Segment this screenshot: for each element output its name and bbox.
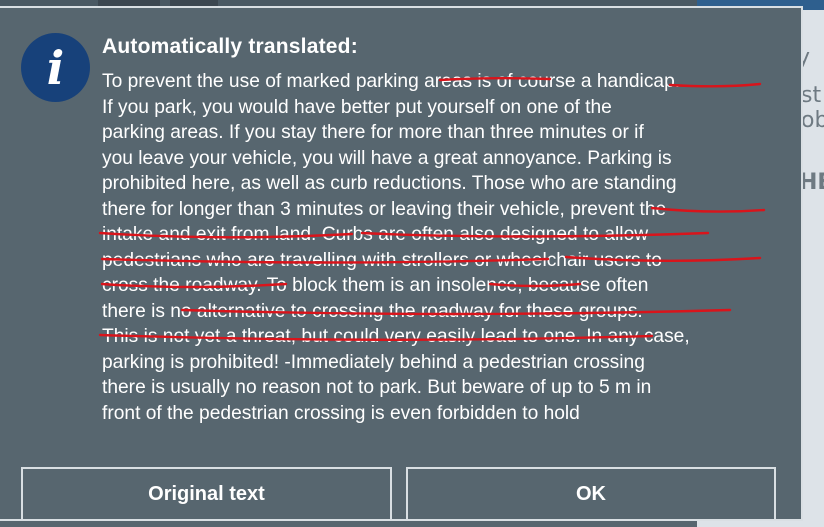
text-line: intake and exit from land. Curbs are oft… [102,224,649,245]
text-line: there is no alternative to crossing the … [102,300,643,322]
text-line: prohibited here, as well as curb reducti… [102,173,677,194]
text-line: This is not yet a threat, but could very… [102,326,690,347]
translated-text: To prevent the use of marked parking are… [102,69,792,426]
text-line: To prevent the use of marked parking are… [102,71,681,92]
ok-button[interactable]: OK [406,467,776,521]
dialog-title: Automatically translated: [102,35,358,58]
text-line: If you park, you would have better put y… [102,96,612,118]
text-line: there is usually no reason not to park. … [102,377,652,398]
text-line: parking areas. If you stay there for mor… [102,122,644,143]
text-line: front of the pedestrian crossing is even… [102,402,580,424]
text-line: there for longer than 3 minutes or leavi… [102,198,667,220]
text-line: you leave your vehicle, you will have a … [102,147,672,169]
translation-dialog: i Automatically translated: To prevent t… [0,6,803,521]
original-text-button[interactable]: Original text [21,467,392,521]
info-icon: i [21,33,90,102]
background-text-fragment: ob [801,108,824,133]
text-line: parking is prohibited! -Immediately behi… [102,351,645,373]
background-text-fragment: st [801,83,822,108]
text-line: pedestrians who are travelling with stro… [102,249,662,271]
text-line: cross the roadway. To block them is an i… [102,275,649,296]
screen: y st ob HE i Automatically translated: T… [0,0,824,527]
